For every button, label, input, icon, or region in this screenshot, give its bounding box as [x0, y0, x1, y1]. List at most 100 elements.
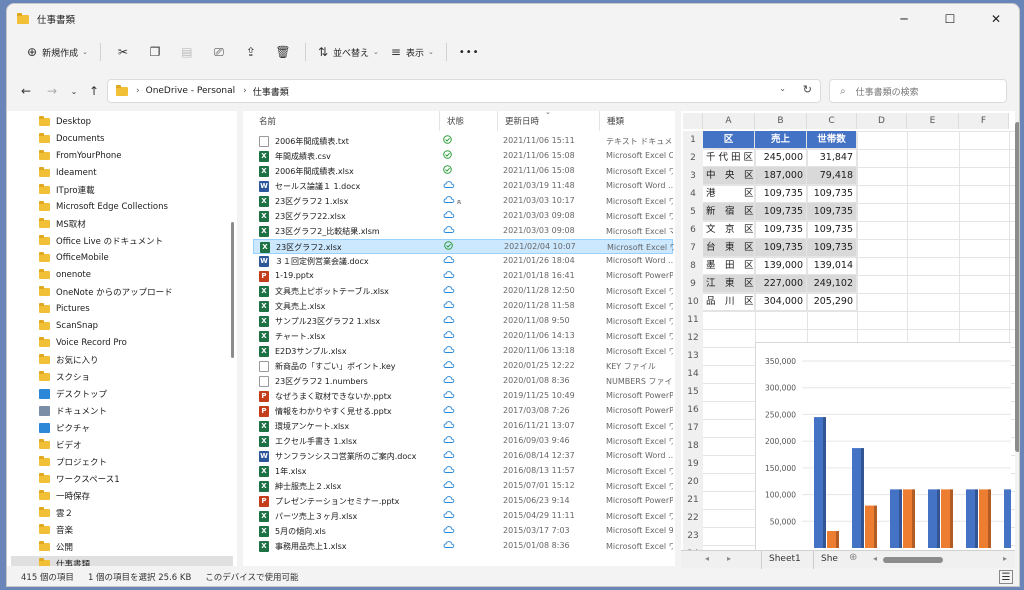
copy-button[interactable]: ❐: [139, 39, 171, 65]
table-cell[interactable]: 249,102: [807, 275, 857, 293]
nav-item[interactable]: ワークスペース1: [39, 471, 229, 487]
sort-button[interactable]: ⇅ 並べ替え ⌄: [312, 39, 385, 65]
file-row[interactable]: W セールス論議１ 1.docx 2021/03/19 11:48 Microsoft…: [253, 179, 673, 194]
file-row[interactable]: X 文具売上ピボットテーブル.xlsx 2020/11/28 12:50 Micros…: [253, 284, 673, 299]
address-bar[interactable]: › OneDrive - Personal › 仕事書類 ⌄ ↻: [107, 79, 821, 103]
table-cell[interactable]: 245,000: [755, 149, 807, 167]
file-row[interactable]: 23区グラフ2 1.numbers 2020/01/08 8:36 NUMBERS …: [253, 374, 673, 389]
tab-next-icon[interactable]: ▸: [727, 554, 731, 563]
preview-scrollbar[interactable]: [1015, 122, 1019, 452]
table-cell[interactable]: 台 東 区: [703, 239, 755, 257]
file-row[interactable]: X 環境アンケート.xlsx 2016/11/21 13:07 Microsoft E…: [253, 419, 673, 434]
table-cell[interactable]: 千 代 田 区: [703, 149, 755, 167]
nav-item[interactable]: 一時保存: [39, 488, 229, 504]
table-cell[interactable]: 港 区: [703, 185, 755, 203]
table-cell[interactable]: 109,735: [807, 185, 857, 203]
file-row[interactable]: P 情報をわかりやすく見せる.pptx 2017/03/08 7:26 Microso…: [253, 404, 673, 419]
table-cell[interactable]: 中 央 区: [703, 167, 755, 185]
file-row[interactable]: X 年間成績表.csv 2021/11/06 15:08 Microsoft Exce…: [253, 149, 673, 164]
nav-item[interactable]: ドキュメント: [39, 403, 229, 419]
file-row[interactable]: X 2006年間成績表.xlsx 2021/11/06 15:08 Microsoft…: [253, 164, 673, 179]
file-row[interactable]: 2006年間成績表.txt 2021/11/06 15:11 テキスト ドキュメント: [253, 134, 673, 149]
file-row[interactable]: X 事務用品売上1.xlsx 2015/01/08 8:36 Microsoft Ex…: [253, 539, 673, 554]
file-row[interactable]: W ３１回定例営業会議.docx 2021/01/26 18:04 Microsoft…: [253, 254, 673, 269]
table-cell[interactable]: 31,847: [807, 149, 857, 167]
add-sheet-icon[interactable]: ⊕: [849, 552, 857, 563]
file-row[interactable]: X 23区グラフ2.xlsx 2021/02/04 10:07 Microsoft E…: [253, 239, 674, 254]
minimize-button[interactable]: ─: [881, 4, 927, 34]
forward-button[interactable]: →: [41, 80, 63, 102]
sheet-tab-2[interactable]: She: [821, 554, 838, 564]
nav-item[interactable]: プロジェクト: [39, 454, 229, 470]
address-dropdown-icon[interactable]: ⌄: [779, 84, 786, 93]
file-row[interactable]: X 5月の傾向.xls 2015/03/17 7:03 Microsoft Excel…: [253, 524, 673, 539]
delete-button[interactable]: 🗑: [267, 39, 299, 65]
file-row[interactable]: X エクセル手書き 1.xlsx 2016/09/03 9:46 Microsoft …: [253, 434, 673, 449]
column-header-name[interactable]: 名前: [259, 111, 276, 131]
file-row[interactable]: X パーツ売上３ヶ月.xlsx 2015/04/29 11:11 Microsoft …: [253, 509, 673, 524]
file-row[interactable]: X 1年.xlsx 2016/08/13 11:57 Microsoft Excel …: [253, 464, 673, 479]
more-button[interactable]: •••: [453, 39, 486, 65]
details-view-icon[interactable]: ☰: [999, 570, 1013, 584]
breadcrumb-current[interactable]: 仕事書類: [253, 85, 289, 98]
nav-item[interactable]: Office Live のドキュメント: [39, 233, 229, 249]
table-cell[interactable]: 109,735: [755, 239, 807, 257]
file-row[interactable]: X チャート.xlsx 2020/11/06 14:13 Microsoft Exce…: [253, 329, 673, 344]
recent-button[interactable]: ⌄: [63, 80, 85, 102]
nav-item[interactable]: ピクチャ: [39, 420, 229, 436]
nav-item[interactable]: OfficeMobile: [39, 250, 229, 266]
file-row[interactable]: P 1-19.pptx 2021/01/18 16:41 Microsoft Powe…: [253, 269, 673, 284]
table-cell[interactable]: 227,000: [755, 275, 807, 293]
view-button[interactable]: ≡ 表示 ⌄: [385, 39, 440, 65]
table-cell[interactable]: 304,000: [755, 293, 807, 311]
back-button[interactable]: ←: [15, 80, 37, 102]
table-cell[interactable]: 109,735: [755, 203, 807, 221]
table-cell[interactable]: 墨 田 区: [703, 257, 755, 275]
nav-item[interactable]: スクショ: [39, 369, 229, 385]
nav-item[interactable]: お気に入り: [39, 352, 229, 368]
up-button[interactable]: ↑: [83, 80, 105, 102]
file-row[interactable]: X E2D3サンプル.xlsx 2020/11/06 13:18 Microsoft …: [253, 344, 673, 359]
nav-item[interactable]: MS取材: [39, 216, 229, 232]
close-button[interactable]: ✕: [973, 4, 1019, 34]
nav-item[interactable]: OneNote からのアップロード: [39, 284, 229, 300]
nav-item[interactable]: ITpro連載: [39, 182, 229, 198]
file-row[interactable]: X 文具売上.xlsx 2020/11/28 11:58 Microsoft Exce…: [253, 299, 673, 314]
nav-item[interactable]: Microsoft Edge Collections: [39, 199, 229, 215]
table-header-cell[interactable]: 区: [703, 131, 755, 149]
cut-button[interactable]: ✂: [107, 39, 139, 65]
nav-item[interactable]: Documents: [39, 131, 229, 147]
nav-item[interactable]: Voice Record Pro: [39, 335, 229, 351]
table-cell[interactable]: 109,735: [807, 239, 857, 257]
file-row[interactable]: X 紳士服売上２.xlsx 2015/07/01 15:12 Microsoft Ex…: [253, 479, 673, 494]
maximize-button[interactable]: ☐: [927, 4, 973, 34]
rename-button[interactable]: ⎚: [203, 39, 235, 65]
hscrollbar[interactable]: [883, 557, 943, 563]
nav-item[interactable]: 音楽: [39, 522, 229, 538]
file-row[interactable]: X 23区グラフ2 1.xlsx ጸ 2021/03/03 10:17 Microsof…: [253, 194, 673, 209]
nav-item[interactable]: ビデオ: [39, 437, 229, 453]
tiles-view-icon[interactable]: ▦: [1017, 570, 1019, 584]
table-cell[interactable]: 109,735: [807, 203, 857, 221]
table-cell[interactable]: 109,735: [807, 221, 857, 239]
table-header-cell[interactable]: 売上: [755, 131, 807, 149]
sheet-tab-1[interactable]: Sheet1: [769, 554, 801, 564]
table-cell[interactable]: 187,000: [755, 167, 807, 185]
nav-item[interactable]: Pictures: [39, 301, 229, 317]
table-cell[interactable]: 205,290: [807, 293, 857, 311]
nav-item[interactable]: デスクトップ: [39, 386, 229, 402]
tab-prev-icon[interactable]: ◂: [705, 554, 709, 563]
column-header-status[interactable]: 状態: [447, 111, 464, 131]
nav-item[interactable]: 雲２: [39, 505, 229, 521]
file-row[interactable]: X サンプル23区グラフ2 1.xlsx 2020/11/08 9:50 Micros…: [253, 314, 673, 329]
file-row[interactable]: X 23区グラフ2_比較結果.xlsm 2021/03/03 09:08 Micros…: [253, 224, 673, 239]
column-header-date[interactable]: 更新日時: [505, 111, 539, 131]
table-cell[interactable]: 139,000: [755, 257, 807, 275]
nav-item[interactable]: 仕事書類: [11, 556, 233, 566]
nav-item[interactable]: onenote: [39, 267, 229, 283]
nav-scrollbar[interactable]: [231, 222, 234, 358]
table-cell[interactable]: 品 川 区: [703, 293, 755, 311]
file-row[interactable]: P なぜうまく取材できないか.pptx 2019/11/25 10:49 Micros…: [253, 389, 673, 404]
table-cell[interactable]: 新 宿 区: [703, 203, 755, 221]
hscroll-left-icon[interactable]: ◂: [873, 554, 877, 563]
